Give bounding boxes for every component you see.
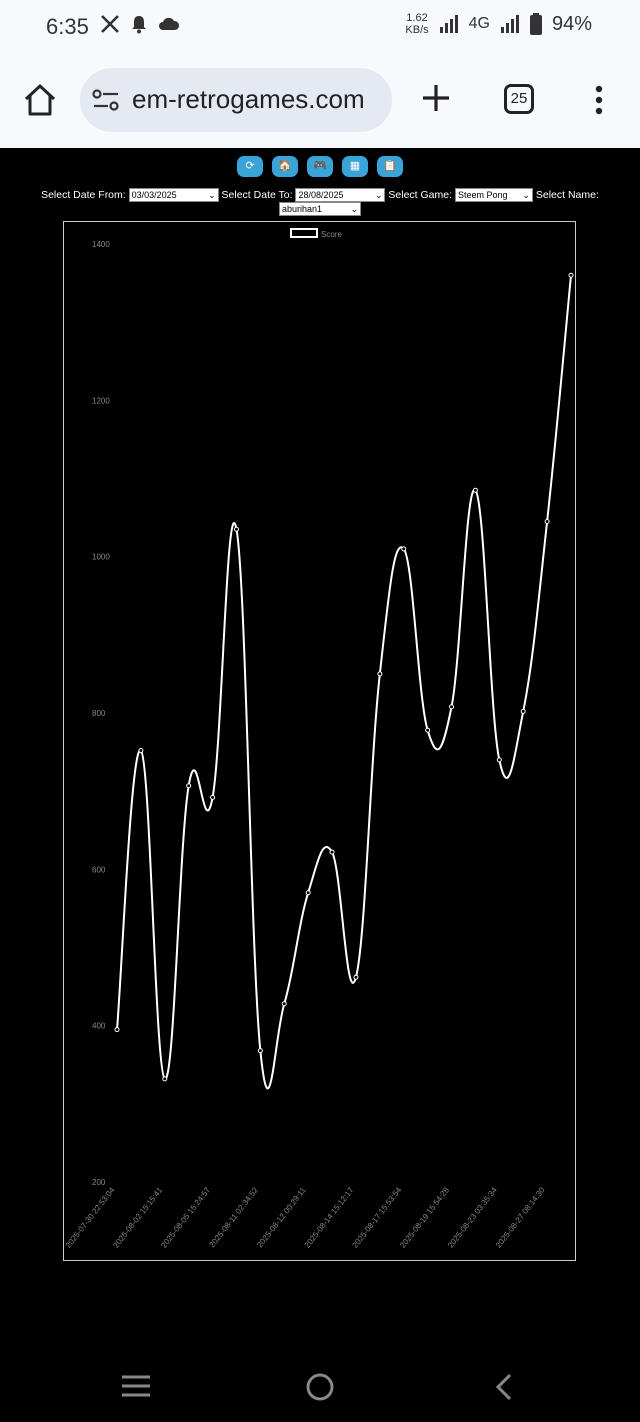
chart-canvas: Score 200 400 600 800 1000 1200 1400 2025-07-30…	[64, 228, 574, 1250]
y-tick-label: 800	[92, 709, 106, 718]
home-icon[interactable]	[22, 82, 58, 118]
network-type: 4G	[468, 15, 490, 32]
system-nav-bar	[0, 1340, 640, 1422]
score-chart: Score 200 400 600 800 1000 1200 1400 2025-07-30…	[63, 221, 576, 1261]
game-label: Select Game:	[388, 189, 453, 201]
legend-label: Score	[321, 230, 342, 239]
overflow-menu-icon[interactable]	[592, 84, 606, 116]
data-point[interactable]	[162, 1076, 168, 1082]
data-point[interactable]	[472, 487, 478, 493]
date-to-select[interactable]: 28/08/2025 ⌄	[295, 188, 386, 203]
games-button[interactable]: 🎮	[307, 156, 333, 177]
page-nav: ⟳ 🏠 🎮 ▦ 📋	[237, 156, 403, 177]
refresh-button[interactable]: ⟳	[237, 156, 263, 177]
data-point[interactable]	[496, 757, 502, 763]
date-from-label: Select Date From:	[41, 189, 126, 201]
signal-icon-2	[500, 15, 519, 33]
name-label: Select Name:	[535, 189, 599, 201]
x-tick-label: 2025-08-11 02:34:52	[207, 1185, 260, 1249]
clipboard-button[interactable]: 📋	[377, 156, 403, 177]
data-point[interactable]	[138, 748, 144, 754]
data-point[interactable]	[233, 526, 239, 532]
x-tick-label: 2025-08-19 15:54:28	[398, 1185, 451, 1250]
data-point[interactable]	[114, 1027, 120, 1033]
status-right: 1.62 KB/s 4G 94%	[405, 12, 592, 36]
y-tick-label: 200	[92, 1178, 106, 1187]
name-select[interactable]: aburihan1 ⌄	[279, 202, 361, 217]
tab-switcher-button[interactable]: 25	[504, 84, 534, 114]
cloud-icon	[159, 17, 180, 30]
back-icon[interactable]	[494, 1373, 514, 1401]
x-tick-label: 2025-07-30 22:53:04	[64, 1185, 117, 1250]
y-tick-label: 1200	[92, 396, 110, 405]
battery-level: 94%	[551, 12, 592, 35]
data-point[interactable]	[377, 671, 383, 677]
x-tick-label: 2025-08-14 15:12:17	[303, 1185, 356, 1250]
x-tick-label: 2025-08-17 15:53:54	[350, 1185, 403, 1250]
x-tick-label: 2025-08-02 15:15:41	[112, 1185, 165, 1250]
net-speed: 1.62 KB/s	[405, 12, 429, 36]
battery-icon	[529, 13, 542, 35]
data-point[interactable]	[353, 974, 359, 980]
status-bar: 6:35 1.62 KB/s 4G 94%	[0, 0, 640, 56]
url-text[interactable]: em-retrogames.com	[132, 84, 388, 115]
data-point[interactable]	[305, 890, 311, 896]
data-point[interactable]	[257, 1048, 263, 1054]
y-tick-label: 600	[92, 865, 106, 874]
data-point[interactable]	[186, 783, 192, 789]
data-point[interactable]	[568, 272, 574, 278]
signal-icon	[439, 15, 458, 33]
data-point[interactable]	[210, 794, 216, 800]
site-settings-icon[interactable]	[92, 88, 120, 112]
address-bar[interactable]: em-retrogames.com	[80, 68, 392, 132]
y-tick-label: 1400	[92, 240, 110, 249]
y-tick-label: 1000	[92, 553, 110, 562]
data-point[interactable]	[401, 546, 407, 552]
data-point[interactable]	[449, 704, 455, 710]
home-nav-icon[interactable]	[305, 1372, 335, 1402]
date-to-label: Select Date To:	[221, 189, 293, 201]
grid-button[interactable]: ▦	[342, 156, 368, 177]
data-point[interactable]	[281, 1001, 287, 1007]
data-point[interactable]	[520, 708, 526, 714]
date-from-select[interactable]: 03/03/2025 ⌄	[128, 188, 219, 203]
x-tick-label: 2025-08-27 08:14:30	[494, 1185, 547, 1250]
recents-icon[interactable]	[120, 1374, 152, 1398]
browser-toolbar: em-retrogames.com 25	[0, 56, 640, 148]
new-tab-icon[interactable]	[420, 82, 452, 114]
bell-icon	[132, 16, 146, 34]
data-point[interactable]	[425, 727, 431, 733]
data-point[interactable]	[544, 518, 550, 524]
score-line	[116, 275, 572, 1090]
game-select[interactable]: Steem Pong ⌄	[454, 188, 533, 203]
legend-swatch[interactable]	[290, 228, 318, 238]
data-point[interactable]	[329, 849, 335, 855]
y-tick-label: 400	[92, 1022, 106, 1031]
x-tick-label: 2025-08-12 00:29:11	[255, 1185, 308, 1249]
filter-bar: Select Date From: 03/03/2025 ⌄ Select Dat…	[20, 188, 620, 217]
home-button[interactable]: 🏠	[272, 156, 298, 177]
x-logo-icon	[101, 15, 119, 33]
status-time: 6:35	[46, 14, 89, 39]
notification-icons	[100, 14, 180, 34]
x-tick-label: 2025-08-23 03:35:34	[446, 1185, 499, 1250]
x-tick-label: 2025-08-05 15:24:57	[159, 1185, 212, 1250]
